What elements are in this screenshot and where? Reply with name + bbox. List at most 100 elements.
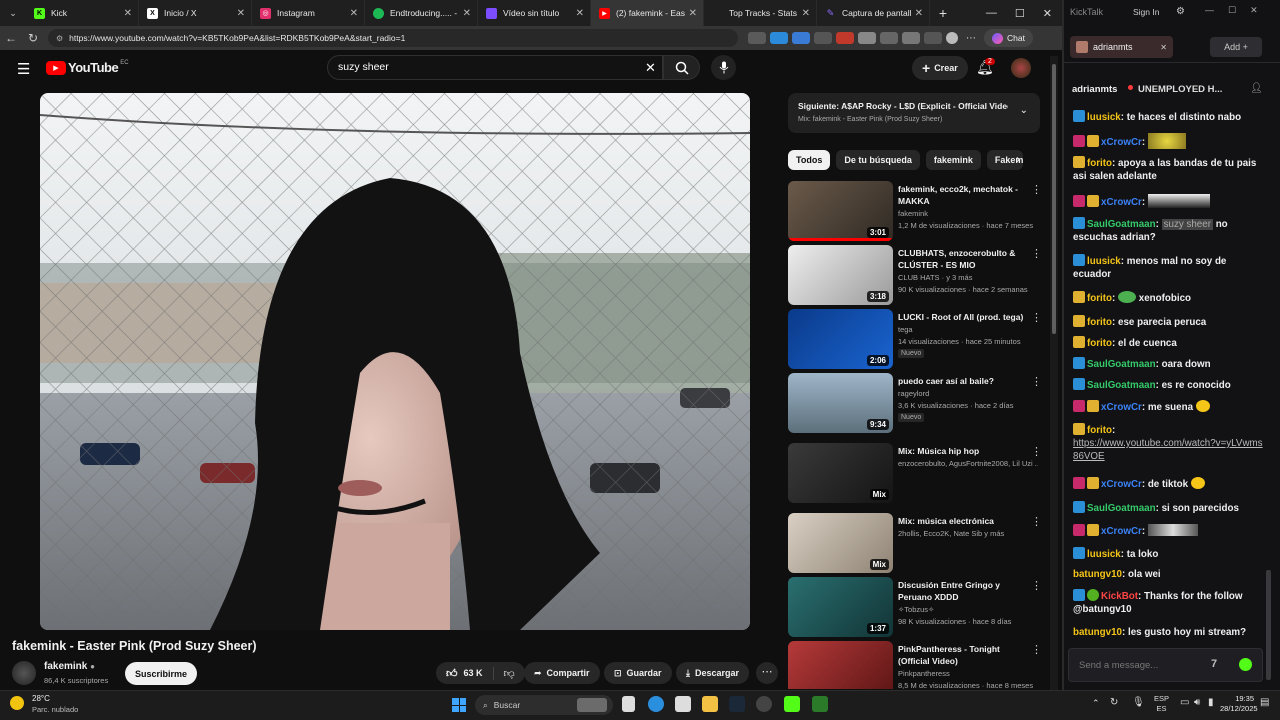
more-options-icon[interactable]: ⋮ — [1031, 515, 1042, 528]
battery-icon[interactable]: ▮ — [1208, 697, 1214, 708]
reload-icon[interactable]: ↻ — [22, 31, 44, 45]
voice-search-button[interactable] — [711, 55, 736, 80]
extension-icon[interactable] — [814, 32, 832, 44]
extension-icon[interactable] — [902, 32, 920, 44]
language-indicator[interactable]: ESP ES — [1154, 694, 1169, 714]
steam-icon[interactable] — [729, 696, 745, 712]
more-options-icon[interactable]: ⋮ — [1031, 311, 1042, 324]
subscribe-button[interactable]: Suscribirme — [125, 662, 198, 685]
url-field[interactable]: ⚙ https://www.youtube.com/watch?v=KB5TKo… — [48, 29, 738, 47]
youtube-logo[interactable]: ▶ YouTube EC — [46, 60, 129, 75]
chat-link[interactable]: https://www.youtube.com/watch?v=yLVwms86… — [1073, 438, 1263, 462]
scrollbar-thumb[interactable] — [1052, 64, 1056, 334]
add-channel-button[interactable]: Add + — [1210, 37, 1262, 57]
network-icon[interactable]: ▭ — [1180, 697, 1189, 708]
minimize-icon[interactable]: — — [1205, 5, 1214, 16]
extension-icon[interactable] — [880, 32, 898, 44]
close-icon[interactable]: ✕ — [237, 8, 245, 19]
like-button[interactable]: 👍︎ 63 K — [436, 666, 494, 680]
channel-avatar[interactable] — [12, 661, 36, 685]
chevron-right-icon[interactable]: › — [1016, 152, 1020, 166]
minimize-icon[interactable]: — — [986, 7, 997, 20]
app-icon[interactable] — [812, 696, 828, 712]
volume-icon[interactable]: 🔊︎ — [1194, 697, 1200, 708]
chrome-icon[interactable] — [756, 696, 772, 712]
microphone-icon[interactable]: 🎙︎ — [1132, 697, 1145, 708]
close-icon[interactable]: ✕ — [915, 8, 923, 19]
video-player[interactable] — [40, 93, 750, 630]
search-button[interactable] — [663, 55, 700, 80]
search-input[interactable]: suzy sheer — [327, 55, 663, 80]
back-icon[interactable]: ← — [0, 31, 22, 45]
more-options-icon[interactable]: ⋮ — [1031, 247, 1042, 260]
list-item[interactable]: 3:01 fakemink, ecco2k, mechatok - MAKKA … — [788, 181, 1043, 243]
page-scrollbar[interactable] — [1050, 56, 1058, 690]
list-item[interactable]: Mix Mix: Música hip hop enzocerobulto, A… — [788, 443, 1043, 505]
chip-fakemink[interactable]: fakemink — [925, 150, 981, 170]
tab-stats[interactable]: Top Tracks - Stats for S✕ — [704, 0, 817, 26]
close-icon[interactable]: ✕ — [350, 8, 358, 19]
extension-icon[interactable] — [792, 32, 810, 44]
more-options-icon[interactable]: ⋮ — [1031, 183, 1042, 196]
list-item[interactable]: 1:37 Discusión Entre Gringo y Peruano XD… — [788, 577, 1043, 639]
profile-icon[interactable] — [946, 32, 958, 44]
settings-icon[interactable]: ⚙ — [1176, 6, 1185, 17]
dislike-button[interactable]: 👎︎ — [494, 667, 525, 680]
edge-icon[interactable] — [648, 696, 664, 712]
list-item[interactable]: 2:06 LUCKI - Root of All (prod. tega) te… — [788, 309, 1043, 371]
user-icon[interactable]: 👤︎ — [1250, 83, 1263, 94]
close-icon[interactable]: ✕ — [1160, 43, 1167, 52]
task-view-icon[interactable] — [622, 696, 635, 712]
windows-start-icon[interactable] — [452, 698, 466, 712]
close-window-icon[interactable]: ✕ — [1250, 5, 1258, 16]
extension-icon[interactable] — [770, 32, 788, 44]
maximize-icon[interactable]: ☐ — [1015, 7, 1025, 20]
hamburger-menu-icon[interactable]: ☰ — [17, 60, 30, 78]
site-info-icon[interactable]: ⚙ — [56, 34, 63, 43]
message-input[interactable]: Send a message... 7 — [1068, 648, 1263, 682]
close-icon[interactable]: ✕ — [802, 8, 810, 19]
tab-x[interactable]: X Inicio / X ✕ — [139, 0, 252, 26]
maximize-icon[interactable]: ☐ — [1228, 5, 1236, 16]
notification-center-icon[interactable]: ▤ — [1260, 697, 1269, 708]
chat-button[interactable]: Chat — [984, 29, 1033, 47]
file-explorer-icon[interactable] — [702, 696, 718, 712]
close-icon[interactable]: ✕ — [576, 8, 584, 19]
avatar[interactable] — [1011, 58, 1031, 78]
chip-all[interactable]: Todos — [788, 150, 831, 170]
taskbar-search[interactable]: ⌕ Buscar — [475, 695, 613, 715]
sync-icon[interactable]: ↻ — [1110, 697, 1118, 708]
store-icon[interactable] — [675, 696, 691, 712]
clear-search-icon[interactable]: ✕ — [645, 60, 656, 76]
seven-tv-icon[interactable]: 7 — [1211, 658, 1217, 670]
more-options-icon[interactable]: ⋮ — [1031, 375, 1042, 388]
share-button[interactable]: ➦ Compartir — [524, 662, 600, 684]
chat-scrollbar[interactable] — [1266, 570, 1271, 680]
temperature[interactable]: 28°C — [32, 694, 50, 703]
tab-channel[interactable]: adrianmts ✕ — [1070, 36, 1173, 58]
tab-youtube[interactable]: ▶(2) fakemink - Easter Pi✕ — [591, 0, 704, 26]
extension-icon[interactable] — [748, 32, 766, 44]
chip-from-search[interactable]: De tu búsqueda — [836, 150, 920, 170]
kick-icon[interactable] — [784, 696, 800, 712]
more-options-icon[interactable]: ⋮ — [1031, 445, 1042, 458]
chevron-down-icon[interactable]: ⌄ — [1020, 105, 1028, 116]
list-item[interactable]: PinkPantheress - Tonight (Official Video… — [788, 641, 1043, 689]
tab-video[interactable]: Vídeo sin título ✕ — [478, 0, 591, 26]
tab-spotify[interactable]: Endtroducing..... - Álbu✕ — [365, 0, 478, 26]
next-up-panel[interactable]: Siguiente: A$AP Rocky - L$D (Explicit - … — [788, 93, 1040, 133]
download-icon[interactable] — [924, 32, 942, 44]
more-options-icon[interactable]: ⋮ — [1031, 643, 1042, 656]
clock[interactable]: 19:35 28/12/2025 — [1220, 694, 1258, 714]
create-button[interactable]: + Crear — [912, 56, 968, 80]
more-options-icon[interactable]: ⋮ — [1031, 579, 1042, 592]
tab-instagram[interactable]: ◎ Instagram ✕ — [252, 0, 365, 26]
close-window-icon[interactable]: ✕ — [1043, 7, 1052, 20]
close-icon[interactable]: ✕ — [124, 8, 132, 19]
extension-icon[interactable] — [858, 32, 876, 44]
list-item[interactable]: Mix Mix: música electrónica 2hollis, Ecc… — [788, 513, 1043, 575]
tab-screenshot[interactable]: ✎Captura de pantalla po✕ — [817, 0, 930, 26]
more-actions-button[interactable]: ⋯ — [756, 662, 778, 684]
chevron-up-icon[interactable]: ⌃ — [1092, 698, 1100, 709]
new-tab-button[interactable]: + — [930, 5, 956, 21]
